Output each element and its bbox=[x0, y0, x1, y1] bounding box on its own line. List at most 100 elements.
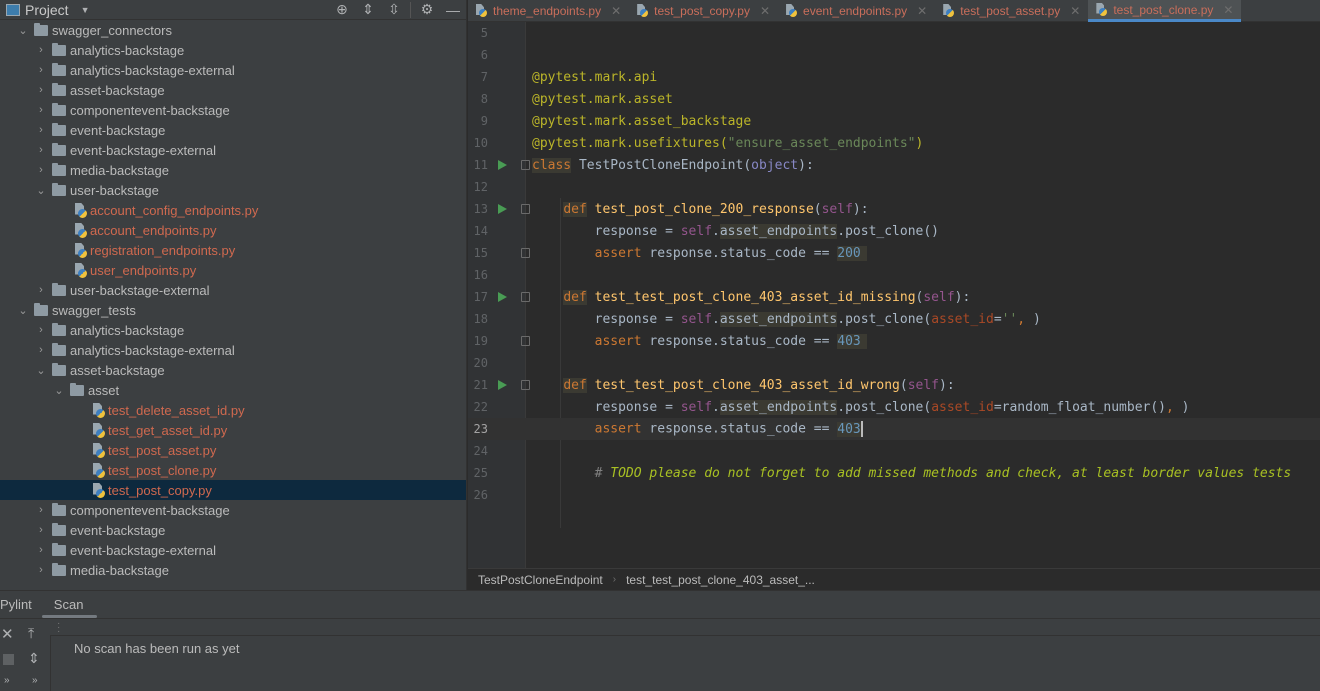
editor-tab[interactable]: test_post_copy.py ✕ bbox=[629, 0, 778, 22]
close-icon[interactable]: ✕ bbox=[1223, 3, 1233, 17]
crosshair-icon[interactable]: ⊕ bbox=[329, 1, 355, 18]
chevron-right-icon[interactable]: › bbox=[34, 84, 48, 96]
tree-folder[interactable]: › event-backstage bbox=[0, 120, 466, 140]
tree-file[interactable]: registration_endpoints.py bbox=[0, 240, 466, 260]
fold-marker-icon[interactable] bbox=[521, 204, 530, 214]
code-line[interactable]: 21 def test_test_post_clone_403_asset_id… bbox=[468, 374, 1320, 396]
chevron-right-icon[interactable]: › bbox=[34, 164, 48, 176]
run-test-icon[interactable] bbox=[498, 380, 507, 390]
tree-folder[interactable]: › componentevent-backstage bbox=[0, 100, 466, 120]
chevron-right-icon[interactable]: › bbox=[34, 104, 48, 116]
chevron-down-icon[interactable]: ⌄ bbox=[16, 304, 30, 317]
code-line[interactable]: 16 bbox=[468, 264, 1320, 286]
tree-folder[interactable]: › event-backstage-external bbox=[0, 140, 466, 160]
tree-file[interactable]: test_delete_asset_id.py bbox=[0, 400, 466, 420]
tree-folder[interactable]: › analytics-backstage-external bbox=[0, 340, 466, 360]
editor-tab[interactable]: test_post_clone.py ✕ bbox=[1088, 0, 1242, 22]
fold-marker-icon[interactable] bbox=[521, 160, 530, 170]
expand-all-icon[interactable]: ⇕ bbox=[355, 1, 381, 18]
tree-file[interactable]: account_endpoints.py bbox=[0, 220, 466, 240]
code-line[interactable]: 9 @pytest.mark.asset_backstage bbox=[468, 110, 1320, 132]
tree-folder[interactable]: ⌄ swagger_tests bbox=[0, 300, 466, 320]
scroll-to-top-icon[interactable]: ⤒ bbox=[28, 625, 34, 642]
tree-folder[interactable]: › analytics-backstage bbox=[0, 320, 466, 340]
stop-icon[interactable] bbox=[3, 654, 14, 665]
code-line[interactable]: 12 bbox=[468, 176, 1320, 198]
tree-folder[interactable]: › analytics-backstage bbox=[0, 40, 466, 60]
close-icon[interactable]: ✕ bbox=[917, 4, 927, 18]
chevron-right-icon[interactable]: › bbox=[34, 144, 48, 156]
code-editor[interactable]: 5 6 7 @pytest.mark.api 8 @pytest.mark.asset 9 @… bbox=[468, 22, 1320, 568]
tree-folder[interactable]: › analytics-backstage-external bbox=[0, 60, 466, 80]
chevron-right-icon[interactable]: › bbox=[34, 324, 48, 336]
more-actions-icon[interactable]: » bbox=[4, 675, 10, 686]
breadcrumb-method[interactable]: test_test_post_clone_403_asset_... bbox=[626, 573, 815, 587]
code-line[interactable]: 18 response = self.asset_endpoints.post_… bbox=[468, 308, 1320, 330]
run-test-icon[interactable] bbox=[498, 160, 507, 170]
code-line[interactable]: 13 def test_post_clone_200_response(self… bbox=[468, 198, 1320, 220]
chevron-right-icon[interactable]: › bbox=[34, 44, 48, 56]
tree-file[interactable]: account_config_endpoints.py bbox=[0, 200, 466, 220]
code-line[interactable]: 10 @pytest.mark.usefixtures("ensure_asset… bbox=[468, 132, 1320, 154]
tree-folder[interactable]: ⌄ swagger_connectors bbox=[0, 20, 466, 40]
code-line[interactable]: 19 assert response.status_code == 403 bbox=[468, 330, 1320, 352]
tree-file[interactable]: test_post_asset.py bbox=[0, 440, 466, 460]
code-line[interactable]: 8 @pytest.mark.asset bbox=[468, 88, 1320, 110]
tree-folder[interactable]: › media-backstage bbox=[0, 560, 466, 580]
fold-marker-icon[interactable] bbox=[521, 336, 530, 346]
collapse-all-icon[interactable]: ⇳ bbox=[381, 1, 407, 18]
chevron-down-icon[interactable]: ⌄ bbox=[34, 184, 48, 197]
close-icon[interactable]: ✕ bbox=[611, 4, 621, 18]
code-line[interactable]: 6 bbox=[468, 44, 1320, 66]
tree-folder[interactable]: › media-backstage bbox=[0, 160, 466, 180]
breadcrumb-class[interactable]: TestPostCloneEndpoint bbox=[478, 573, 603, 587]
tree-file[interactable]: test_get_asset_id.py bbox=[0, 420, 466, 440]
minimize-icon[interactable]: — bbox=[440, 2, 466, 18]
tree-folder[interactable]: › componentevent-backstage bbox=[0, 500, 466, 520]
code-line[interactable]: 26 bbox=[468, 484, 1320, 506]
tree-folder[interactable]: › user-backstage-external bbox=[0, 280, 466, 300]
project-title[interactable]: Project bbox=[25, 2, 69, 18]
code-line[interactable]: 14 response = self.asset_endpoints.post_… bbox=[468, 220, 1320, 242]
editor-tab[interactable]: event_endpoints.py ✕ bbox=[778, 0, 935, 22]
chevron-right-icon[interactable]: › bbox=[34, 344, 48, 356]
close-icon[interactable]: ✕ bbox=[1, 625, 14, 643]
chevron-down-icon[interactable]: ⌄ bbox=[52, 384, 66, 397]
more-actions-icon[interactable]: » bbox=[32, 675, 38, 686]
fold-marker-icon[interactable] bbox=[521, 380, 530, 390]
run-test-icon[interactable] bbox=[498, 204, 507, 214]
fold-marker-icon[interactable] bbox=[521, 248, 530, 258]
chevron-down-icon[interactable]: ▼ bbox=[81, 5, 90, 15]
chevron-down-icon[interactable]: ⌄ bbox=[34, 364, 48, 377]
editor-tab[interactable]: test_post_asset.py ✕ bbox=[935, 0, 1088, 22]
tab-scan[interactable]: Scan bbox=[41, 590, 98, 618]
chevron-right-icon[interactable]: › bbox=[34, 524, 48, 536]
editor-tab[interactable]: theme_endpoints.py ✕ bbox=[468, 0, 629, 22]
run-test-icon[interactable] bbox=[498, 292, 507, 302]
gear-icon[interactable]: ⚙ bbox=[414, 1, 440, 18]
drag-handle-icon[interactable]: · · · bbox=[57, 619, 60, 637]
chevron-right-icon[interactable]: › bbox=[34, 284, 48, 296]
code-line[interactable]: 22 response = self.asset_endpoints.post_… bbox=[468, 396, 1320, 418]
fold-marker-icon[interactable] bbox=[521, 292, 530, 302]
chevron-right-icon[interactable]: › bbox=[34, 564, 48, 576]
code-line[interactable]: 5 bbox=[468, 22, 1320, 44]
tab-pylint[interactable]: Pylint bbox=[0, 590, 42, 618]
code-line[interactable]: 20 bbox=[468, 352, 1320, 374]
tree-file[interactable]: user_endpoints.py bbox=[0, 260, 466, 280]
code-line[interactable]: 15 assert response.status_code == 200 bbox=[468, 242, 1320, 264]
code-line[interactable]: 17 def test_test_post_clone_403_asset_id… bbox=[468, 286, 1320, 308]
code-line[interactable]: 11 class TestPostCloneEndpoint(object): bbox=[468, 154, 1320, 176]
tree-folder[interactable]: › event-backstage bbox=[0, 520, 466, 540]
tree-folder[interactable]: ⌄ asset bbox=[0, 380, 466, 400]
code-line[interactable]: 7 @pytest.mark.api bbox=[468, 66, 1320, 88]
chevron-right-icon[interactable]: › bbox=[34, 64, 48, 76]
code-line[interactable]: 24 bbox=[468, 440, 1320, 462]
tree-folder[interactable]: › asset-backstage bbox=[0, 80, 466, 100]
code-line[interactable]: 23 assert response.status_code == 403 bbox=[468, 418, 1320, 440]
tree-folder[interactable]: ⌄ user-backstage bbox=[0, 180, 466, 200]
chevron-right-icon[interactable]: › bbox=[34, 504, 48, 516]
close-icon[interactable]: ✕ bbox=[760, 4, 770, 18]
code-line[interactable]: 25 # TODO please do not forget to add mi… bbox=[468, 462, 1320, 484]
expand-icon[interactable]: ⇕ bbox=[28, 650, 40, 667]
